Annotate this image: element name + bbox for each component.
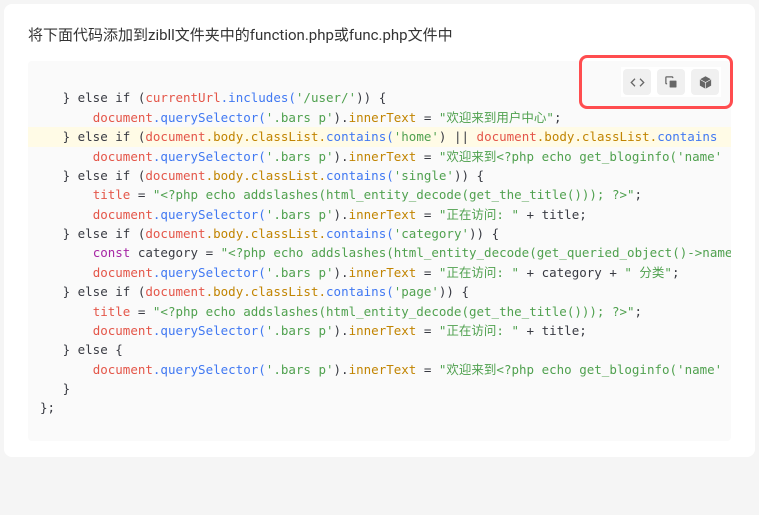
code-wrapper: } else if (currentUrl.includes('/user/')… [28, 61, 731, 441]
expand-button[interactable] [691, 69, 719, 95]
code-block[interactable]: } else if (currentUrl.includes('/user/')… [28, 61, 731, 441]
copy-icon [664, 75, 679, 90]
code-card: 将下面代码添加到zibll文件夹中的function.php或func.php文… [4, 4, 755, 457]
code-toolbar [621, 67, 721, 97]
code-view-button[interactable] [623, 69, 651, 95]
copy-button[interactable] [657, 69, 685, 95]
code-icon [630, 75, 645, 90]
highlighted-line: } else if (document.body.classList.conta… [28, 127, 731, 146]
code-content: } else if (currentUrl.includes('/user/')… [40, 88, 731, 441]
card-heading: 将下面代码添加到zibll文件夹中的function.php或func.php文… [28, 24, 731, 45]
box-icon [698, 75, 713, 90]
